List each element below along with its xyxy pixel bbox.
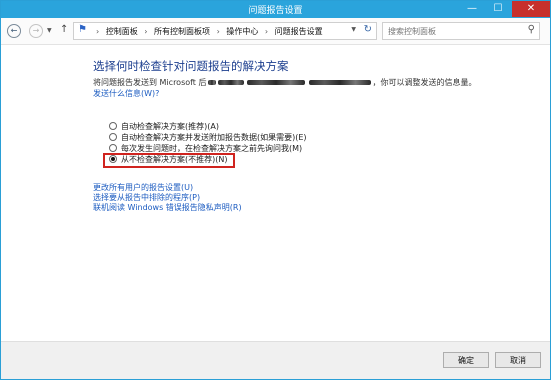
navigation-bar: ← → ▼ ↑ ⚑ › 控制面板 › 所有控制面板项 › 操作中心 › 问题报告… — [1, 18, 550, 45]
redacted-text — [246, 80, 305, 85]
close-button[interactable]: ✕ — [512, 1, 550, 17]
option-label: 自动检查解决方案并发送附加报告数据(如果需要)(E) — [121, 133, 307, 142]
search-input[interactable] — [386, 24, 518, 38]
breadcrumb-item-problem-reporting[interactable]: 问题报告设置 — [275, 27, 323, 36]
breadcrumb-item-all-items[interactable]: 所有控制面板项 — [154, 27, 210, 36]
main-content: 选择何时检查针对问题报告的解决方案 将问题报告发送到 Microsoft 后 ，你… — [1, 45, 550, 341]
option-label: 每次发生问题时，在检查解决方案之前先询问我(M) — [121, 144, 303, 153]
change-all-users-settings-link[interactable]: 更改所有用户的报告设置(U) — [93, 183, 242, 193]
dialog-footer: 确定 取消 — [1, 341, 550, 379]
radio-button[interactable] — [109, 132, 117, 141]
title-bar: 问题报告设置 — ☐ ✕ — [1, 1, 550, 18]
maximize-button[interactable]: ☐ — [486, 1, 510, 17]
description-part-1: 将问题报告发送到 Microsoft 后 — [93, 78, 207, 87]
breadcrumb: › 控制面板 › 所有控制面板项 › 操作中心 › 问题报告设置 — [92, 26, 323, 37]
red-highlight-box — [103, 153, 235, 168]
ok-button[interactable]: 确定 — [443, 352, 489, 368]
up-button[interactable]: ↑ — [60, 24, 68, 35]
breadcrumb-item-control-panel[interactable]: 控制面板 — [106, 27, 138, 36]
option-label: 自动检查解决方案(推荐)(A) — [121, 122, 219, 131]
exclude-programs-link[interactable]: 选择要从报告中排除的程序(P) — [93, 193, 242, 203]
search-box[interactable]: ⚲ — [382, 22, 540, 40]
search-icon[interactable]: ⚲ — [528, 24, 535, 35]
what-info-sent-link[interactable]: 发送什么信息(W)? — [93, 88, 159, 99]
privacy-statement-link[interactable]: 联机阅读 Windows 错误报告隐私声明(R) — [93, 203, 242, 213]
breadcrumb-separator: › — [96, 27, 100, 36]
reporting-options: 自动检查解决方案(推荐)(A) 自动检查解决方案并发送附加报告数据(如果需要)(… — [103, 121, 307, 168]
redacted-text — [308, 80, 371, 85]
option-auto-check-send-data[interactable]: 自动检查解决方案并发送附加报告数据(如果需要)(E) — [109, 132, 307, 143]
option-never-check[interactable]: 从不检查解决方案(不推荐)(N) — [103, 153, 307, 168]
refresh-icon[interactable]: ↻ — [364, 24, 372, 35]
dialog-window: 问题报告设置 — ☐ ✕ ← → ▼ ↑ ⚑ › 控制面板 › 所有控制面板项 … — [0, 0, 551, 380]
page-heading: 选择何时检查针对问题报告的解决方案 — [93, 59, 289, 73]
description-part-2: ，你可以调整发送的信息量。 — [372, 78, 477, 87]
redacted-text — [207, 80, 216, 85]
breadcrumb-separator: › — [216, 27, 220, 36]
forward-button[interactable]: → — [29, 24, 43, 38]
address-dropdown-chevron-icon[interactable]: ▼ — [351, 26, 356, 33]
recent-locations-chevron-icon[interactable]: ▼ — [47, 27, 52, 34]
minimize-button[interactable]: — — [460, 1, 484, 17]
option-auto-check[interactable]: 自动检查解决方案(推荐)(A) — [109, 121, 307, 132]
breadcrumb-separator: › — [264, 27, 269, 36]
breadcrumb-item-action-center[interactable]: 操作中心 — [226, 27, 258, 36]
related-links: 更改所有用户的报告设置(U) 选择要从报告中排除的程序(P) 联机阅读 Wind… — [93, 183, 242, 213]
control-panel-flag-icon: ⚑ — [78, 24, 87, 35]
cancel-button[interactable]: 取消 — [495, 352, 541, 368]
radio-button[interactable] — [109, 121, 117, 130]
breadcrumb-separator: › — [144, 27, 148, 36]
address-bar[interactable]: ⚑ › 控制面板 › 所有控制面板项 › 操作中心 › 问题报告设置 ▼ ↻ — [73, 22, 377, 40]
radio-button-selected[interactable] — [109, 154, 117, 163]
back-button[interactable]: ← — [7, 24, 21, 38]
radio-button[interactable] — [109, 143, 117, 152]
description-text: 将问题报告发送到 Microsoft 后 ，你可以调整发送的信息量。 — [93, 77, 477, 88]
redacted-text — [217, 80, 244, 85]
